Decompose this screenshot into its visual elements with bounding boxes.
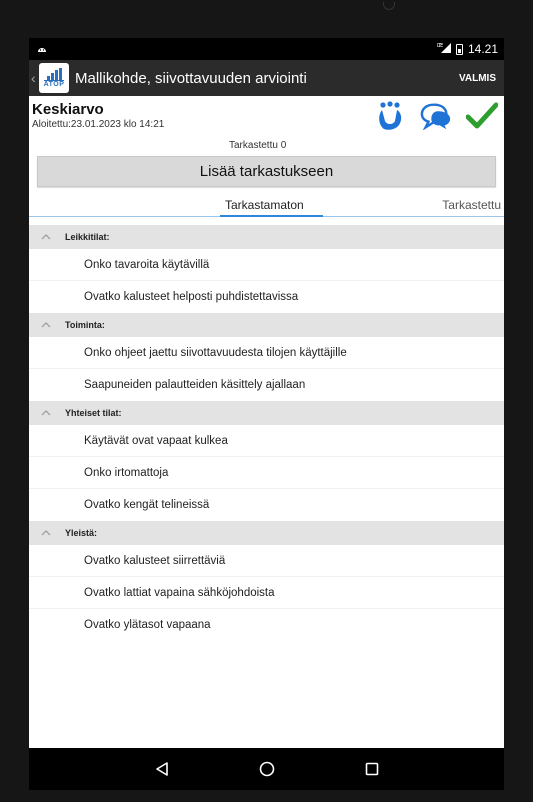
done-button[interactable]: VALMIS bbox=[459, 73, 496, 84]
back-chevron-icon[interactable]: ‹ bbox=[31, 70, 39, 86]
checked-count: Tarkastettu 0 bbox=[229, 140, 287, 151]
recents-square-icon[interactable] bbox=[360, 757, 384, 781]
chevron-up-icon bbox=[41, 234, 51, 240]
list-item[interactable]: Ovatko kengät telineissä bbox=[29, 489, 504, 521]
list-item[interactable]: Onko irtomattoja bbox=[29, 457, 504, 489]
logo-text: ATOP bbox=[43, 79, 65, 88]
chevron-up-icon bbox=[41, 410, 51, 416]
active-tab-indicator bbox=[220, 215, 323, 217]
scroll-fade bbox=[29, 638, 504, 748]
section-general: Yleistä: Ovatko kalusteet siirrettäviä O… bbox=[29, 521, 504, 641]
tab-unchecked[interactable]: Tarkastamaton bbox=[225, 198, 304, 212]
home-circle-icon[interactable] bbox=[255, 757, 279, 781]
section-header[interactable]: Leikkitilat: bbox=[29, 225, 504, 249]
header-actions bbox=[374, 100, 498, 132]
chevron-up-icon bbox=[41, 530, 51, 536]
camera-notch bbox=[383, 2, 395, 10]
list-item[interactable]: Ovatko kalusteet helposti puhdistettavis… bbox=[29, 281, 504, 313]
section-header[interactable]: Yhteiset tilat: bbox=[29, 401, 504, 425]
screen: LTE 14.21 ‹ ATOP Mallikohde, siivottavuu… bbox=[29, 38, 504, 790]
battery-icon bbox=[455, 43, 463, 55]
tab-bar: Tarkastamaton Tarkastettu bbox=[29, 193, 504, 217]
summary-header: Keskiarvo Aloitettu:23.01.2023 klo 14:21… bbox=[29, 96, 504, 156]
status-indicators: LTE 14.21 bbox=[437, 42, 498, 56]
list-item[interactable]: Onko ohjeet jaettu siivottavuudesta tilo… bbox=[29, 337, 504, 369]
checklist: Leikkitilat: Onko tavaroita käytävillä O… bbox=[29, 225, 504, 641]
list-item[interactable]: Onko tavaroita käytävillä bbox=[29, 249, 504, 281]
add-to-inspection-button[interactable]: Lisää tarkastukseen bbox=[37, 156, 496, 187]
signal-icon: LTE bbox=[437, 42, 451, 56]
android-icon bbox=[37, 42, 47, 56]
app-logo[interactable]: ATOP bbox=[39, 63, 69, 93]
tab-checked[interactable]: Tarkastettu bbox=[442, 198, 501, 212]
section-label: Yleistä: bbox=[65, 528, 98, 538]
section-operations: Toiminta: Onko ohjeet jaettu siivottavuu… bbox=[29, 313, 504, 401]
back-triangle-icon[interactable] bbox=[150, 757, 174, 781]
app-title: Mallikohde, siivottavuuden arviointi bbox=[75, 69, 307, 87]
section-common-areas: Yhteiset tilat: Käytävät ovat vapaat kul… bbox=[29, 401, 504, 521]
section-header[interactable]: Yleistä: bbox=[29, 521, 504, 545]
chat-bubble-icon[interactable] bbox=[420, 100, 452, 132]
section-label: Yhteiset tilat: bbox=[65, 408, 122, 418]
checkmark-icon[interactable] bbox=[466, 100, 498, 132]
section-label: Leikkitilat: bbox=[65, 232, 110, 242]
device-bezel: LTE 14.21 ‹ ATOP Mallikohde, siivottavuu… bbox=[0, 0, 533, 802]
list-item[interactable]: Ovatko kalusteet siirrettäviä bbox=[29, 545, 504, 577]
clock: 14.21 bbox=[467, 42, 498, 56]
list-item[interactable]: Ovatko ylätasot vapaana bbox=[29, 609, 504, 641]
people-icon[interactable] bbox=[374, 100, 406, 132]
status-bar: LTE 14.21 bbox=[29, 38, 504, 60]
navigation-bar bbox=[29, 748, 504, 790]
app-bar: ‹ ATOP Mallikohde, siivottavuuden arvioi… bbox=[29, 60, 504, 96]
logo-bars-icon bbox=[46, 67, 62, 80]
chevron-up-icon bbox=[41, 322, 51, 328]
list-item[interactable]: Saapuneiden palautteiden käsittely ajall… bbox=[29, 369, 504, 401]
network-type: LTE bbox=[437, 43, 443, 49]
section-play-areas: Leikkitilat: Onko tavaroita käytävillä O… bbox=[29, 225, 504, 313]
section-header[interactable]: Toiminta: bbox=[29, 313, 504, 337]
list-item[interactable]: Ovatko lattiat vapaina sähköjohdoista bbox=[29, 577, 504, 609]
list-item[interactable]: Käytävät ovat vapaat kulkea bbox=[29, 425, 504, 457]
section-label: Toiminta: bbox=[65, 320, 105, 330]
